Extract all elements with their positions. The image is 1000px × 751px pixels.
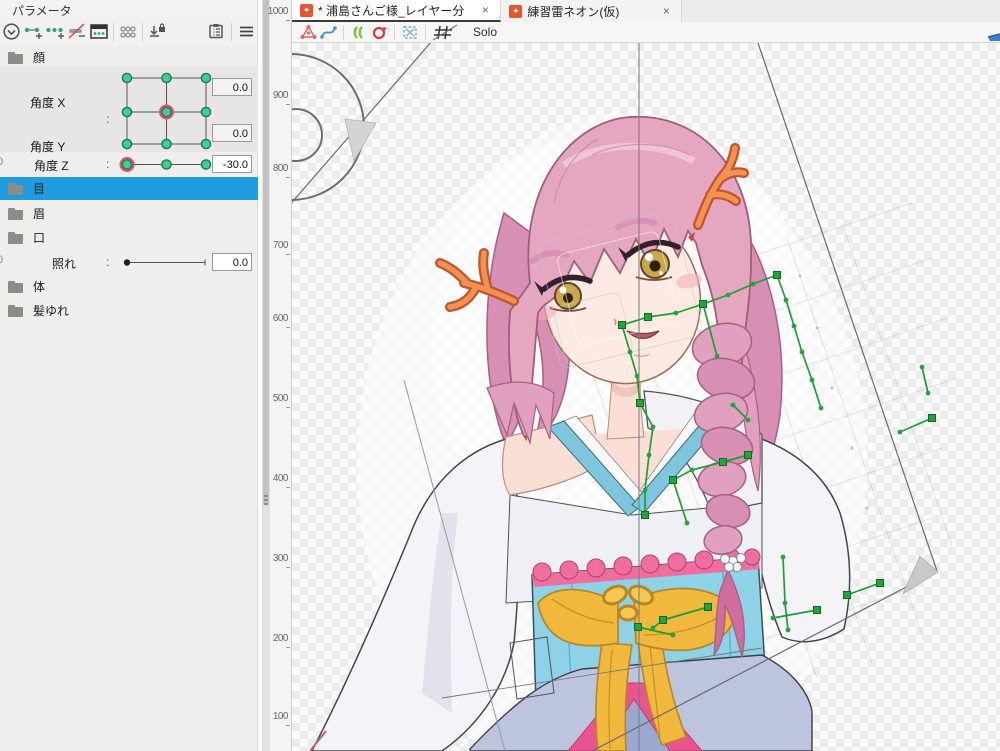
ruler-label: 400: [272, 473, 289, 484]
remove-keypoint-disabled-icon[interactable]: [66, 21, 88, 43]
parameter-panel: パラメータ 顔 角度 X 角度 Y: 0.0 0.0 0 角度 Z: -30…: [0, 0, 258, 751]
live2d-model-icon: ✦: [300, 3, 313, 17]
param-folder-hair-sway[interactable]: 髪ゆれ: [0, 299, 258, 322]
duplicate-keys-icon[interactable]: [117, 21, 139, 43]
colon: :: [106, 112, 110, 126]
folder-icon: [8, 280, 23, 293]
folder-icon: [8, 51, 23, 64]
folder-label: 髪ゆれ: [33, 304, 70, 318]
artboard-corner-bottomright: [902, 555, 939, 596]
folder-icon: [8, 207, 23, 220]
angle-z-slider[interactable]: [117, 154, 215, 175]
mesh-edit-icon[interactable]: [298, 23, 318, 41]
collapse-chevron-circle-icon[interactable]: [0, 21, 22, 43]
slider-handle[interactable]: [123, 259, 131, 266]
folder-icon: [8, 182, 23, 195]
folder-label: 目: [33, 182, 46, 196]
angle-y-value[interactable]: [212, 124, 252, 142]
ruler-label: 1000: [267, 6, 289, 17]
ruler-label: 300: [272, 553, 289, 564]
scrollbar-thumb[interactable]: [263, 0, 269, 505]
folder-label: 体: [33, 280, 46, 294]
blush-slider[interactable]: [117, 252, 215, 273]
folder-label: 口: [33, 231, 46, 245]
param-folder-mouth[interactable]: 口: [0, 226, 258, 249]
param-angle-xy-block: 角度 X 角度 Y :: [0, 66, 258, 154]
keyform-editor-icon[interactable]: [88, 21, 110, 43]
main-area: ✦ * 浦島さんご様_レイヤー分 × ✦ 練習雷ネオン(仮) × Solo: [292, 0, 1000, 751]
scrollbar-grip: [264, 499, 268, 501]
ruler-label: 900: [272, 90, 289, 101]
add-keypoint-3-icon[interactable]: [44, 21, 66, 43]
doc-tab-label: 練習雷ネオン(仮): [527, 4, 620, 19]
doc-tab-urashima[interactable]: ✦ * 浦島さんご様_レイヤー分 ×: [292, 0, 502, 22]
param-blush: 0 照れ :: [0, 250, 258, 275]
param-angle-z: 0 角度 Z :: [0, 152, 258, 177]
ruler-label: 600: [272, 313, 289, 324]
ruler-label: 200: [272, 633, 289, 644]
onion-skin-partial-icon[interactable]: [984, 24, 1000, 41]
toolbar-separator: [343, 24, 344, 40]
warp-deformer-icon[interactable]: [349, 23, 369, 41]
live2d-model-icon: ✦: [509, 4, 523, 18]
angle-x-label: 角度 X: [30, 96, 66, 110]
clipped-edge-glyph: 0: [0, 156, 4, 168]
angle-z-label: 角度 Z: [34, 159, 69, 173]
hamburger-menu-icon[interactable]: [235, 21, 257, 43]
param-folder-eyes[interactable]: 目: [0, 177, 258, 200]
folder-icon: [8, 231, 23, 244]
toolbar-separator: [142, 22, 143, 41]
add-keypoint-2-icon[interactable]: [22, 21, 44, 43]
folder-label: 顔: [33, 51, 46, 65]
parameter-toolbar: [0, 18, 257, 45]
parameter-panel-tabbar: パラメータ: [0, 0, 257, 23]
close-icon[interactable]: ×: [659, 4, 673, 18]
clipboard-copy-icon[interactable]: [206, 21, 228, 43]
canvas-toolbar: Solo: [292, 22, 1000, 43]
model-canvas[interactable]: [292, 43, 1000, 751]
scrollbar-grip: [264, 495, 268, 497]
artboard-corner-topleft: [292, 43, 432, 204]
live2d-cubism-window: パラメータ 顔 角度 X 角度 Y: 0.0 0.0 0 角度 Z: -30…: [0, 0, 1000, 751]
ruler-label: 100: [272, 711, 289, 722]
doc-tab-neon[interactable]: ✦ 練習雷ネオン(仮) ×: [501, 0, 683, 22]
param-folder-brows[interactable]: 眉: [0, 202, 258, 225]
angle-z-value[interactable]: [212, 155, 252, 173]
angle-x-value[interactable]: [212, 78, 252, 96]
ruler-label: 800: [272, 163, 289, 174]
blush-label: 照れ: [52, 257, 77, 271]
panel-scrollbar[interactable]: [262, 0, 270, 751]
grid-toggle-off-icon[interactable]: [431, 23, 459, 41]
close-icon[interactable]: ×: [478, 3, 492, 17]
vertical-ruler: 1000 900 800 700 600 500 400 300 200 100: [267, 0, 292, 751]
clipped-edge-glyph: 0: [0, 254, 4, 266]
toolbar-separator: [113, 22, 114, 41]
solo-label[interactable]: Solo: [473, 25, 497, 39]
document-tabbar: ✦ * 浦島さんご様_レイヤー分 × ✦ 練習雷ネオン(仮) ×: [292, 0, 1000, 22]
bounding-box-icon[interactable]: [400, 23, 420, 41]
colon: :: [106, 157, 110, 171]
colon: :: [106, 255, 110, 269]
path-edit-icon[interactable]: [318, 23, 338, 41]
ruler-label: 700: [272, 240, 289, 251]
folder-icon: [8, 304, 23, 317]
model-artwork: [292, 43, 958, 751]
toolbar-separator: [394, 24, 395, 40]
toolbar-separator: [425, 24, 426, 40]
rotation-deformer-icon[interactable]: [369, 23, 389, 41]
scrollbar-grip: [264, 503, 268, 505]
param-folder-body[interactable]: 体: [0, 275, 258, 298]
toolbar-separator: [231, 22, 232, 41]
ruler-label: 500: [272, 393, 289, 404]
doc-tab-label: * 浦島さんご様_レイヤー分: [318, 3, 465, 18]
blush-value[interactable]: [212, 253, 252, 271]
import-with-lock-icon[interactable]: [146, 21, 168, 43]
folder-label: 眉: [33, 207, 46, 221]
angle-xy-grid-control[interactable]: [117, 69, 215, 151]
